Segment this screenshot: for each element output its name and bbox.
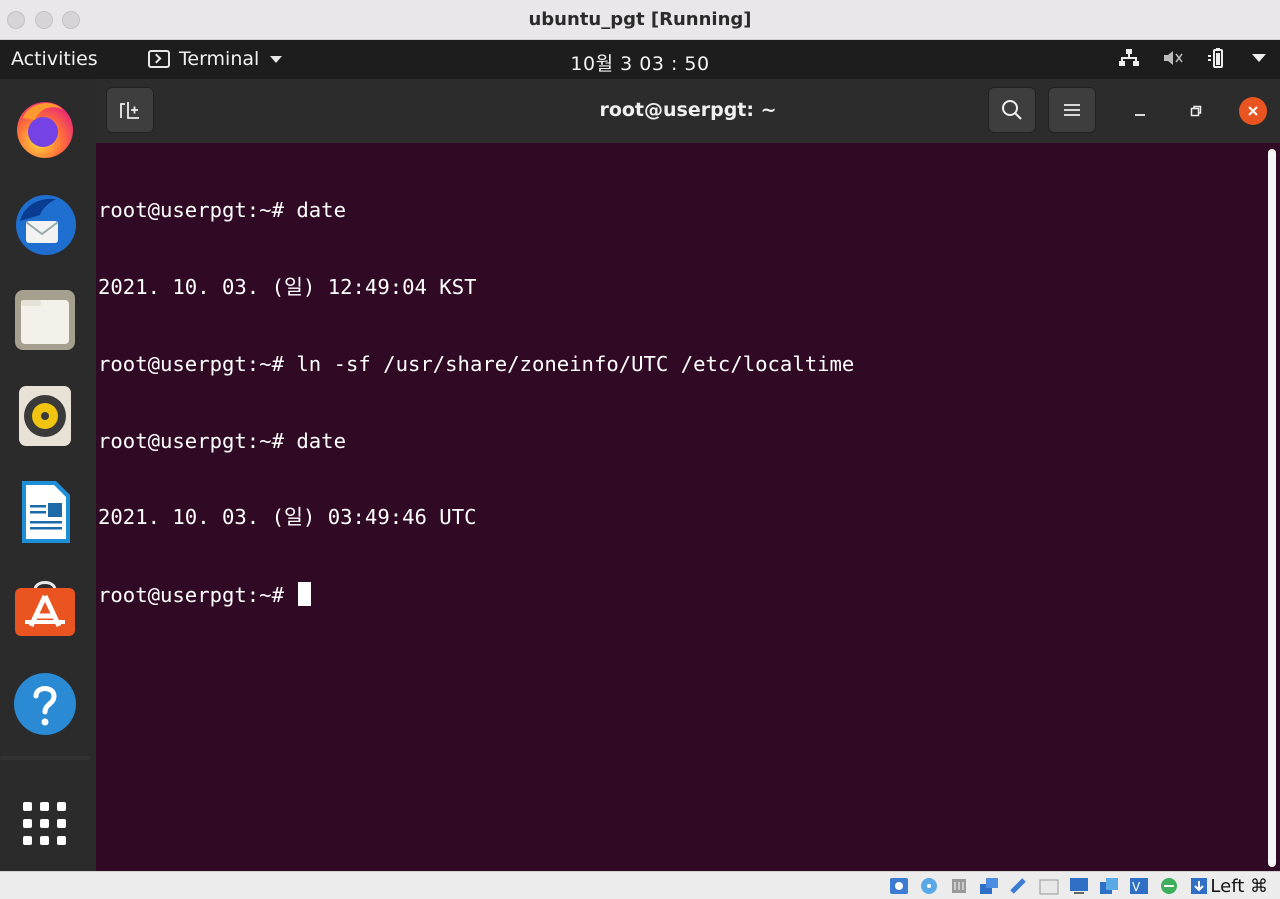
libreoffice-writer-icon[interactable] [12, 479, 78, 545]
show-apps-icon[interactable] [12, 791, 78, 857]
search-button[interactable] [988, 87, 1036, 133]
terminal-prompt: root@userpgt:~# [98, 583, 297, 608]
terminal-prompt-line[interactable]: root@userpgt:~# [98, 582, 1262, 608]
dock [0, 79, 96, 871]
text-cursor [298, 582, 312, 607]
top-panel: Activities Terminal 10월 3 03 : 50 [0, 40, 1280, 79]
svg-text:V: V [1132, 880, 1141, 894]
clock[interactable]: 10월 3 03 : 50 [0, 49, 1280, 76]
vbox-status-bar: V Left ⌘ [0, 871, 1280, 899]
host-window-titlebar: ubuntu_pgt [Running] [0, 0, 1280, 40]
host-key-indicator: Left ⌘ [1210, 876, 1268, 897]
terminal-line: root@userpgt:~# date [98, 428, 346, 453]
terminal-window: root@userpgt: ~ root@userpgt:~# date 202… [96, 79, 1280, 871]
terminal-line: 2021. 10. 03. (일) 03:49:46 UTC [98, 505, 477, 530]
guest-additions-icon[interactable] [1158, 876, 1180, 896]
menu-button[interactable] [1048, 87, 1096, 133]
restore-icon [1190, 105, 1202, 117]
network-adapter-icon[interactable] [978, 876, 1000, 896]
display-icon[interactable] [1068, 876, 1090, 896]
terminal-line: root@userpgt:~# date [98, 198, 346, 223]
host-window-title: ubuntu_pgt [Running] [528, 9, 752, 30]
terminal-scrollbar[interactable] [1268, 149, 1276, 867]
close-button[interactable] [1239, 97, 1267, 125]
battery-icon[interactable] [1206, 48, 1230, 68]
minimize-button[interactable] [1126, 97, 1154, 125]
search-icon [1002, 100, 1022, 120]
audio-icon[interactable] [948, 876, 970, 896]
system-menu-chevron-icon[interactable] [1252, 53, 1266, 63]
dock-separator [0, 756, 90, 760]
maximize-button[interactable] [1182, 97, 1210, 125]
network-icon[interactable] [1118, 48, 1140, 68]
terminal-title: root@userpgt: ~ [599, 99, 777, 121]
close-icon [1248, 106, 1258, 116]
files-icon[interactable] [12, 287, 78, 353]
minimize-icon [1135, 114, 1145, 116]
terminal-line: 2021. 10. 03. (일) 12:49:04 KST [98, 274, 477, 299]
thunderbird-icon[interactable] [12, 191, 78, 257]
terminal-output[interactable]: root@userpgt:~# date 2021. 10. 03. (일) 1… [98, 147, 1262, 867]
system-tray[interactable] [1118, 48, 1266, 68]
firefox-icon[interactable] [12, 95, 78, 161]
terminal-line: root@userpgt:~# ln -sf /usr/share/zonein… [98, 351, 855, 376]
optical-drive-icon[interactable] [918, 876, 940, 896]
video-capture-icon[interactable] [1098, 876, 1120, 896]
terminal-headerbar: root@userpgt: ~ [96, 79, 1280, 143]
hamburger-menu-icon [1064, 104, 1080, 116]
vbox-device-icons: V [888, 876, 1210, 896]
ubuntu-software-icon[interactable] [12, 575, 78, 641]
hard-disk-icon[interactable] [888, 876, 910, 896]
rhythmbox-icon[interactable] [12, 383, 78, 449]
volume-muted-icon[interactable] [1162, 48, 1184, 68]
mouse-integration-icon[interactable] [1188, 876, 1210, 896]
shared-folders-icon[interactable] [1038, 876, 1060, 896]
usb-icon[interactable] [1008, 876, 1030, 896]
help-icon[interactable] [12, 671, 78, 737]
virtualization-icon[interactable]: V [1128, 876, 1150, 896]
